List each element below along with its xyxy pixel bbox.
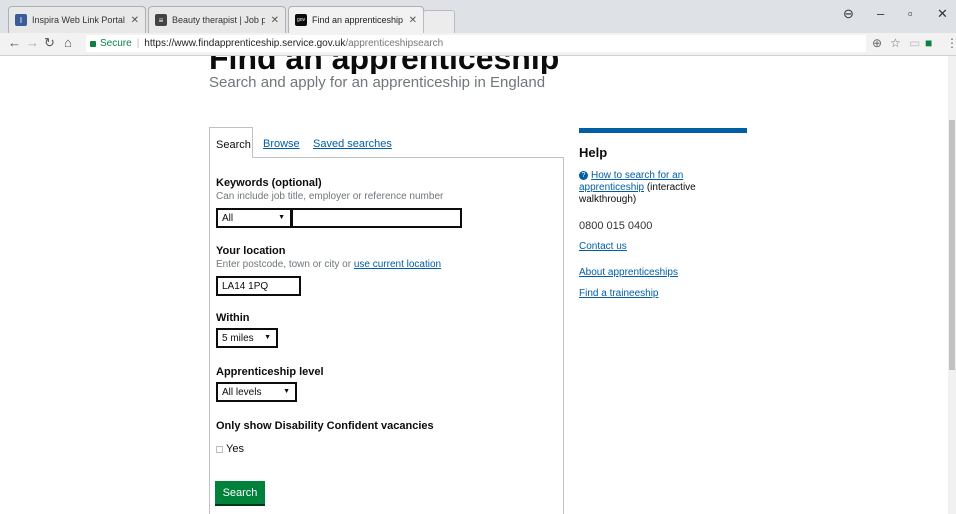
separator: | [136,38,140,49]
find-traineeship-link[interactable]: Find a traineeship [579,288,659,299]
document-favicon-icon: ≡ [155,14,167,26]
zoom-icon[interactable]: ⊕ [872,36,882,50]
lock-icon [90,40,96,47]
browser-tab-beauty[interactable]: ≡ Beauty therapist | Job pr ✕ [148,6,286,33]
browser-tab-strip: I Inspira Web Link Portal ✕ ≡ Beauty the… [0,0,956,33]
location-hint: Enter postcode, town or city or use curr… [216,259,441,270]
extension-flag-icon[interactable]: ▭ [909,36,920,50]
close-icon[interactable]: ✕ [131,15,139,26]
keywords-hint: Can include job title, employer or refer… [216,191,444,202]
location-label: Your location [216,245,286,257]
restore-icon[interactable]: ▫ [908,6,913,21]
scrollbar-thumb[interactable] [949,120,955,370]
chevron-down-icon: ▼ [283,388,290,395]
chevron-down-icon: ▼ [278,214,285,221]
contact-us-link[interactable]: Contact us [579,241,627,252]
address-bar[interactable]: Secure | https://www.findapprenticeship.… [86,35,866,52]
secure-indicator[interactable]: Secure [90,38,132,49]
within-value: 5 miles [222,333,254,344]
close-window-icon[interactable]: ✕ [937,6,948,22]
govuk-favicon-icon: gov [295,14,307,26]
page-subtitle: Search and apply for an apprenticeship i… [209,74,546,91]
profile-icon[interactable]: ⊖ [843,6,854,22]
level-select[interactable]: All levels ▼ [216,382,297,402]
within-label: Within [216,312,250,324]
keyword-category-select[interactable]: All ▼ [216,208,292,228]
yes-label[interactable]: Yes [226,443,244,455]
inspira-favicon-icon: I [15,14,27,26]
url-host: https://www.findapprenticeship.service.g… [144,38,346,49]
tab-search[interactable]: Search [209,127,253,158]
level-value: All levels [222,387,262,398]
keyword-category-value: All [222,213,234,224]
url-path: /apprenticeshipsearch [345,38,444,49]
search-button[interactable]: Search [215,481,265,504]
tab-browse[interactable]: Browse [263,138,300,150]
home-icon[interactable]: ⌂ [64,35,72,50]
browser-toolbar: ← → ↻ ⌂ Secure | https://www.findapprent… [0,33,956,56]
forward-icon[interactable]: → [26,35,39,50]
back-icon[interactable]: ← [8,35,21,50]
menu-icon[interactable]: ⋮ [946,36,956,50]
location-hint-text: Enter postcode, town or city or [216,259,354,270]
search-tabs: Search Browse Saved searches [209,127,564,158]
within-select[interactable]: 5 miles ▼ [216,328,278,348]
chevron-down-icon: ▼ [264,334,271,341]
tab-title: Beauty therapist | Job pr [172,15,265,25]
location-input[interactable]: LA14 1PQ [216,276,301,296]
tab-title: Inspira Web Link Portal [32,15,125,25]
help-heading: Help [579,145,608,160]
help-accent-bar [579,128,747,133]
use-current-location-link[interactable]: use current location [354,259,441,270]
browser-tab-inspira[interactable]: I Inspira Web Link Portal ✕ [8,6,146,33]
keywords-input[interactable] [291,208,462,228]
bookmark-star-icon[interactable]: ☆ [890,36,901,50]
about-apprenticeships-link[interactable]: About apprenticeships [579,267,678,278]
question-icon: ? [579,171,588,180]
extension-icon[interactable]: ■ [925,36,932,50]
minimize-icon[interactable]: – [877,6,884,21]
tab-title: Find an apprenticeship [312,15,403,25]
level-label: Apprenticeship level [216,366,324,378]
new-tab-button[interactable] [423,10,455,33]
help-phone: 0800 015 0400 [579,220,653,232]
disability-checkbox[interactable] [216,446,223,453]
browser-tab-find-apprenticeship[interactable]: gov Find an apprenticeship ✕ [288,6,424,33]
help-walkthrough: ? How to search for an apprenticeship (in… [579,170,729,206]
close-icon[interactable]: ✕ [271,15,279,26]
tab-saved-searches[interactable]: Saved searches [313,138,392,150]
keywords-label: Keywords (optional) [216,177,322,189]
close-icon[interactable]: ✕ [409,15,417,26]
disability-label: Only show Disability Confident vacancies [216,420,434,432]
reload-icon[interactable]: ↻ [44,35,55,51]
secure-label: Secure [100,38,132,49]
